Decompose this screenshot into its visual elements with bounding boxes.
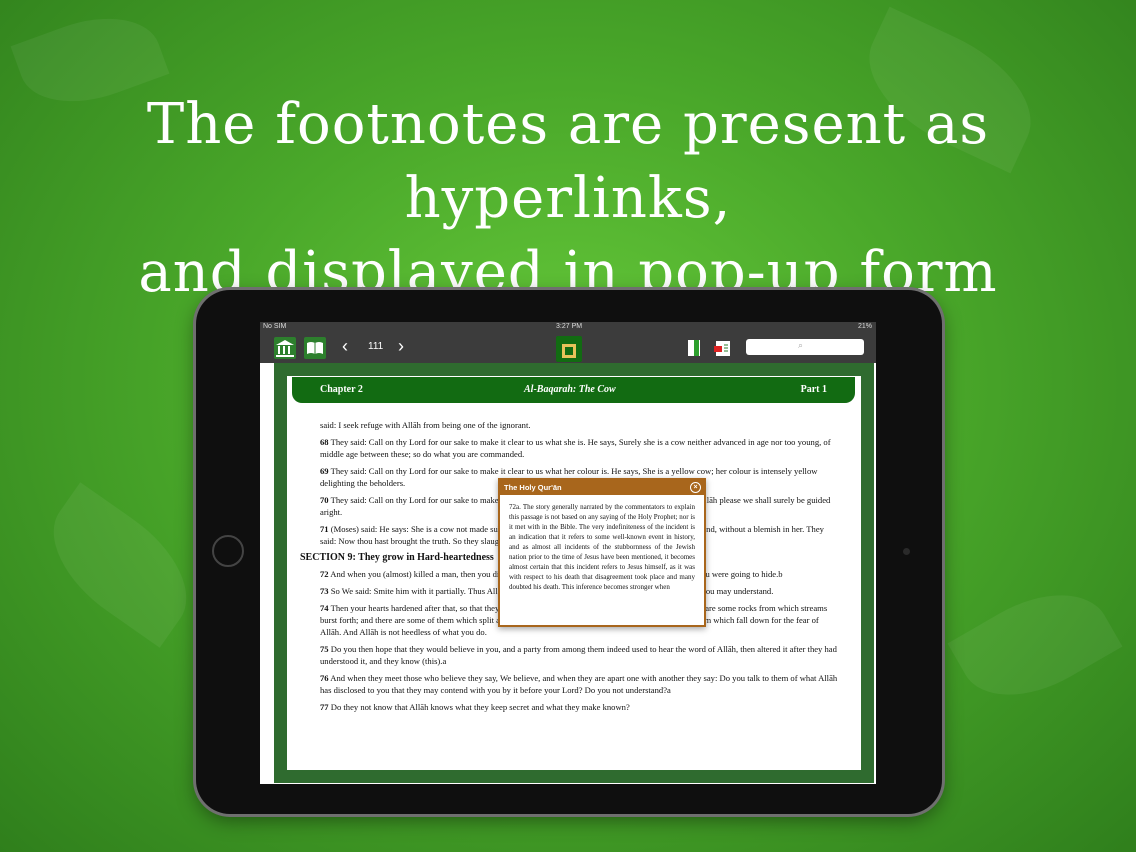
footnote-popup[interactable]: The Holy Qur'ān × 72a. The story general… xyxy=(498,478,706,627)
carrier-text: No SIM xyxy=(263,323,287,330)
battery-text: 21% xyxy=(857,323,872,330)
verse: 75 Do you then hope that they would beli… xyxy=(320,644,837,666)
library-icon[interactable] xyxy=(274,337,296,359)
popup-header: The Holy Qur'ān × xyxy=(500,480,704,495)
quran-page: Chapter 2 Al-Baqarah: The Cow Part 1 sai… xyxy=(274,363,874,783)
next-page-button[interactable]: › xyxy=(398,336,404,357)
verse: 76 And when they meet those who believe … xyxy=(320,673,838,695)
ipad-frame: No SIM 3:27 PM 21% ‹ 111 › ⌕ Chapter 2 A… xyxy=(196,290,942,814)
toolbar: ‹ 111 › ⌕ xyxy=(260,333,876,363)
previous-page-button[interactable]: ‹ xyxy=(342,336,348,357)
search-icon: ⌕ xyxy=(798,340,804,350)
background-leaf xyxy=(947,568,1123,722)
home-button[interactable] xyxy=(212,535,244,567)
chapter-label: Chapter 2 xyxy=(320,384,363,395)
headline-line-1: The footnotes are present as hyperlinks, xyxy=(146,92,990,231)
status-bar: No SIM 3:27 PM 21% xyxy=(260,322,876,333)
verse: 68 They said: Call on thy Lord for our s… xyxy=(320,437,831,459)
verse: said: I seek refuge with Allāh from bein… xyxy=(320,420,531,430)
part-label: Part 1 xyxy=(800,384,827,395)
popup-title: The Holy Qur'ān xyxy=(504,483,562,492)
bookmark-icon[interactable] xyxy=(684,337,706,359)
page-number: 111 xyxy=(368,341,384,352)
notes-icon[interactable] xyxy=(712,337,734,359)
book-icon[interactable] xyxy=(304,337,326,359)
clock-text: 3:27 PM xyxy=(556,323,583,330)
camera-icon xyxy=(903,548,910,555)
search-input[interactable]: ⌕ xyxy=(746,339,864,355)
footnote-text: 72a. The story generally narrated by the… xyxy=(509,503,695,591)
promo-headline: The footnotes are present as hyperlinks,… xyxy=(0,88,1136,310)
background-leaf xyxy=(28,482,212,648)
verse: 77 Do they not know that Allāh knows wha… xyxy=(320,702,630,712)
surah-title: Al-Baqarah: The Cow xyxy=(524,384,616,395)
quran-logo-icon xyxy=(556,336,582,362)
screen: No SIM 3:27 PM 21% ‹ 111 › ⌕ Chapter 2 A… xyxy=(260,322,876,784)
close-icon[interactable]: × xyxy=(690,482,701,493)
chapter-header: Chapter 2 Al-Baqarah: The Cow Part 1 xyxy=(292,377,855,403)
